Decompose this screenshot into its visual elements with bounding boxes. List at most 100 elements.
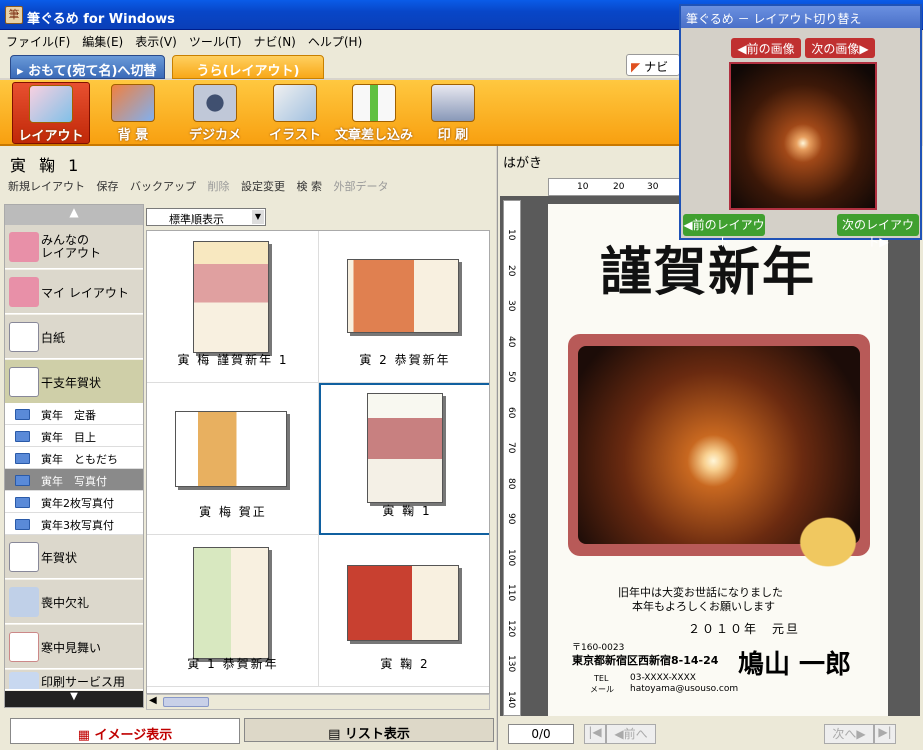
folder-icon — [15, 431, 30, 442]
scroll-thumb[interactable] — [163, 697, 209, 707]
tab-front-address[interactable]: ▸ おもて(宛て名)へ切替 — [10, 55, 165, 79]
page-navigator: 0/0 |◀ ◀前へ 次へ▶ ▶| — [500, 722, 920, 746]
sort-select[interactable]: 標準順表示 ▼ — [146, 208, 266, 226]
subitem-tora-superior[interactable]: 寅年 目上 — [5, 425, 143, 447]
subitem-label: 寅年 目上 — [41, 431, 96, 444]
sidebar-item-mourning[interactable]: 喪中欠礼 — [5, 580, 143, 624]
sidebar-item-label: 寒中見舞い — [41, 641, 102, 655]
grid-view-icon: ▦ — [77, 728, 90, 743]
sidebar-item-my-layout[interactable]: マイ レイアウト — [5, 270, 143, 314]
menu-bar: ファイル(F) 編集(E) 表示(V) ツール(T) ナビ(N) ヘルプ(H) — [0, 30, 680, 50]
next-layout-button[interactable]: 次のレイアウト▶ — [837, 214, 919, 249]
tel-text: 03-XXXX-XXXX — [630, 673, 696, 683]
scroll-left-icon[interactable]: ◀ — [149, 695, 157, 706]
sidebar-item-blank[interactable]: 白紙 — [5, 315, 143, 359]
layout-tools: 新規レイアウト 保存 バックアップ 削除 設定変更 検 索 外部データ — [8, 178, 496, 198]
tab-front-label: おもて(宛て名)へ切替 — [28, 64, 157, 79]
app-icon: 筆 — [5, 6, 23, 24]
grid-horizontal-scrollbar[interactable]: ◀ — [146, 694, 490, 710]
folder-icon — [15, 453, 30, 464]
tab-back-layout[interactable]: うら(レイアウト) — [172, 55, 324, 79]
image-view-tab[interactable]: ▦ イメージ表示 — [10, 718, 240, 744]
layout-thumb-6[interactable]: 寅 鞠 2 — [319, 535, 489, 687]
next-image-button[interactable]: 次の画像▶ — [805, 38, 875, 58]
navi-label: ナビ — [644, 60, 669, 74]
layout-icon — [29, 85, 73, 123]
menu-help[interactable]: ヘルプ(H) — [302, 30, 368, 50]
menu-navi[interactable]: ナビ(N) — [248, 30, 302, 50]
settings-button[interactable]: 設定変更 — [241, 180, 285, 193]
prev-page-label: 前へ — [623, 727, 648, 741]
save-button[interactable]: 保存 — [97, 180, 119, 193]
sidebar-item-everyone[interactable]: みんなの レイアウト — [5, 225, 143, 269]
subitem-tora-photo[interactable]: 寅年 写真付 — [5, 469, 143, 491]
ruler-tick: 90 — [506, 513, 516, 525]
subitem-label: 寅年 定番 — [41, 409, 96, 422]
ruler-tick: 30 — [506, 300, 516, 312]
next-page-button[interactable]: 次へ▶ — [824, 724, 874, 744]
folder-icon — [15, 497, 30, 508]
toolbar-illustration-label: イラスト — [269, 128, 321, 143]
toolbar-camera-button[interactable]: デジカメ — [176, 82, 254, 144]
layout-thumb-3[interactable]: 寅 梅 賀正 — [147, 383, 319, 535]
mail-label: メール — [590, 685, 614, 694]
sidebar-item-label: 喪中欠礼 — [41, 596, 90, 610]
first-page-button[interactable]: |◀ — [584, 724, 606, 744]
mourning-icon — [9, 587, 39, 617]
layout-thumb-5[interactable]: 寅 1 恭賀新年 — [147, 535, 319, 687]
thumbnail-image — [193, 547, 269, 659]
camera-icon — [193, 84, 237, 122]
ruler-tick: 130 — [506, 655, 516, 673]
layout-thumb-2[interactable]: 寅 2 恭賀新年 — [319, 231, 489, 383]
ruler-tick: 120 — [506, 619, 516, 637]
subitem-tora-2photo[interactable]: 寅年2枚写真付 — [5, 491, 143, 513]
ruler-tick: 30 — [647, 182, 659, 192]
toolbar-print-button[interactable]: 印 刷 — [414, 82, 492, 144]
toolbar-illustration-button[interactable]: イラスト — [256, 82, 334, 144]
subitem-tora-3photo[interactable]: 寅年3枚写真付 — [5, 513, 143, 535]
new-layout-button[interactable]: 新規レイアウト — [8, 180, 85, 193]
backup-button[interactable]: バックアップ — [130, 180, 196, 193]
next-image-label: 次の画像 — [811, 42, 860, 56]
layout-thumb-4[interactable]: 寅 鞠 1 — [319, 383, 489, 535]
newyear-card-icon — [9, 542, 39, 572]
navi-button[interactable]: ◤ ナビ — [626, 54, 680, 76]
sidebar-item-zodiac[interactable]: 干支年賀状 — [5, 360, 143, 404]
prev-image-button[interactable]: ◀前の画像 — [731, 38, 801, 58]
menu-file[interactable]: ファイル(F) — [0, 30, 76, 50]
menu-view[interactable]: 表示(V) — [129, 30, 183, 50]
subitem-tora-friends[interactable]: 寅年 ともだち — [5, 447, 143, 469]
delete-button[interactable]: 削除 — [208, 180, 230, 193]
toolbar-layout-button[interactable]: レイアウト — [12, 82, 90, 144]
search-button[interactable]: 検 索 — [297, 180, 323, 193]
sidebar-item-newyear[interactable]: 年賀状 — [5, 535, 143, 579]
list-view-tab[interactable]: ▤ リスト表示 — [244, 718, 494, 742]
external-data-button[interactable]: 外部データ — [334, 180, 389, 193]
tel-label: TEL — [594, 674, 609, 683]
sort-value: 標準順表示 — [169, 213, 224, 226]
toolbar-background-button[interactable]: 背 景 — [94, 82, 172, 144]
sidebar-item-label: マイ レイアウト — [41, 286, 129, 300]
folder-icon — [15, 475, 30, 486]
page-counter: 0/0 — [508, 724, 574, 744]
sidebar-item-winter[interactable]: 寒中見舞い — [5, 625, 143, 669]
prev-page-button[interactable]: ◀前へ — [606, 724, 656, 744]
prev-layout-button[interactable]: ◀前のレイアウト — [683, 214, 765, 249]
layout-grid: 寅 梅 謹賀新年 1 寅 2 恭賀新年 寅 梅 賀正 寅 鞠 1 寅 1 恭賀新… — [146, 230, 490, 694]
print-service-icon — [9, 672, 39, 689]
toolbar-text-insert-button[interactable]: 文章差し込み — [334, 82, 414, 144]
menu-tools[interactable]: ツール(T) — [183, 30, 248, 50]
sidebar-scroll-up[interactable]: ▲ — [5, 205, 143, 225]
last-page-button[interactable]: ▶| — [874, 724, 896, 744]
toolbar-layout-label: レイアウト — [18, 129, 84, 144]
float-title: 筆ぐるめ － レイアウト切り替え — [681, 6, 920, 28]
sidebar-scroll-down[interactable]: ▼ — [5, 691, 143, 707]
folder-icon — [15, 519, 30, 530]
menu-edit[interactable]: 編集(E) — [76, 30, 129, 50]
toolbar-text-insert-label: 文章差し込み — [334, 128, 413, 143]
layout-thumb-1[interactable]: 寅 梅 謹賀新年 1 — [147, 231, 319, 383]
subitem-tora-standard[interactable]: 寅年 定番 — [5, 403, 143, 425]
postcard-preview[interactable]: 謹賀新年 旧年中は大変お世話になりました 本年もよろしくお願いします ２０１０年… — [548, 204, 888, 716]
sidebar-item-print-service[interactable]: 印刷サービス用 — [5, 670, 143, 690]
thumbnail-image — [175, 411, 287, 487]
